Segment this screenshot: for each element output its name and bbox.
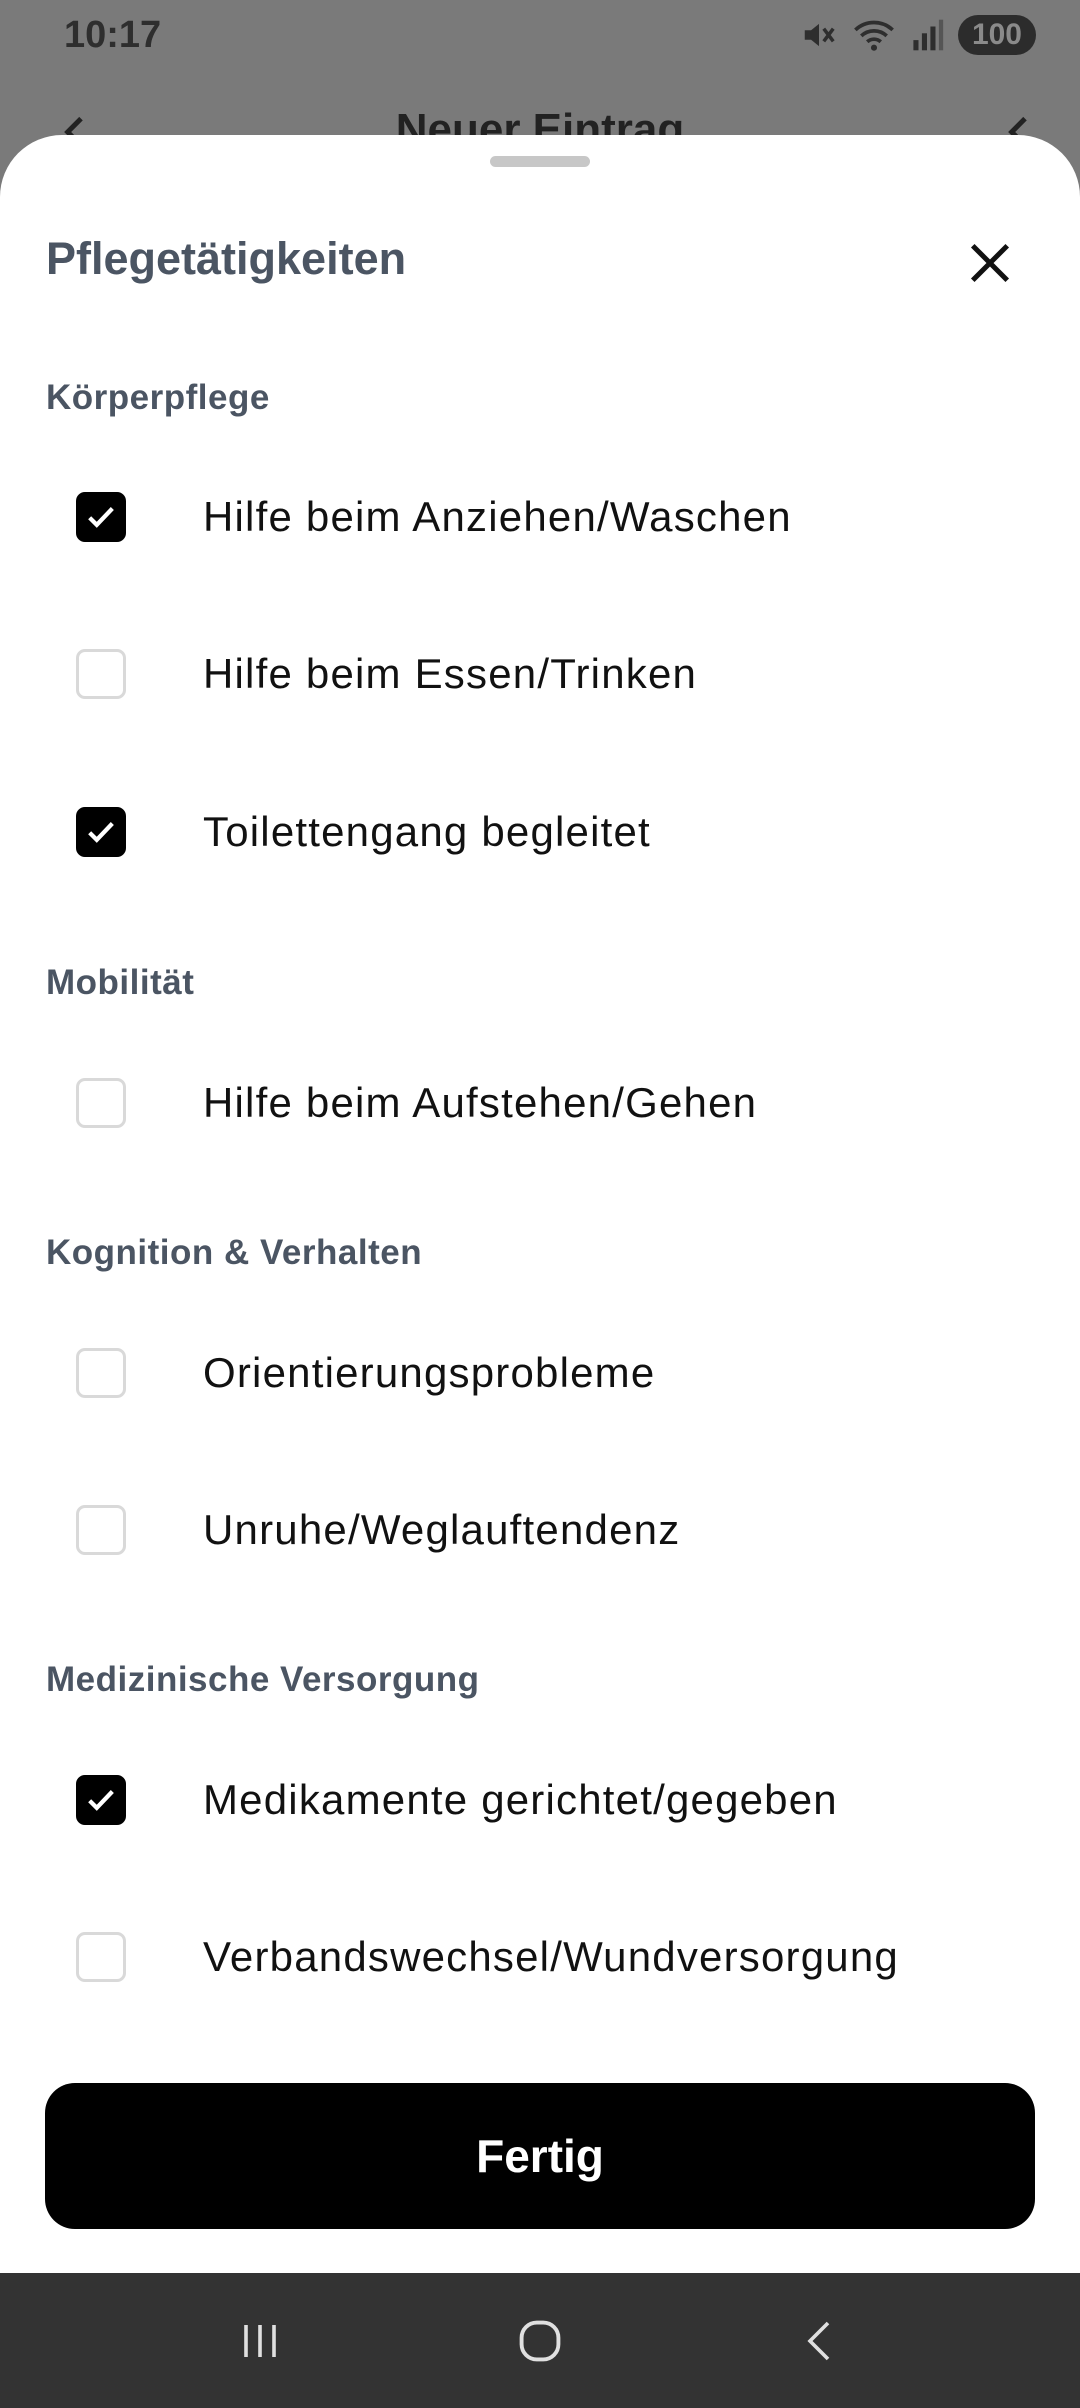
- done-button[interactable]: Fertig: [45, 2083, 1035, 2229]
- close-icon: [970, 243, 1010, 283]
- checkbox-unchecked[interactable]: [76, 1505, 126, 1555]
- option-verbandswechsel[interactable]: Verbandswechsel/Wundversorgung: [0, 1892, 1080, 2022]
- home-button[interactable]: [480, 2291, 600, 2391]
- checkmark-icon: [88, 1790, 114, 1811]
- checkmark-icon: [88, 507, 114, 528]
- bottom-sheet: Pflegetätigkeiten Körperpflege Hilfe bei…: [0, 135, 1080, 2273]
- close-button[interactable]: [950, 223, 1030, 303]
- recent-apps-icon: [244, 2324, 276, 2357]
- option-toilettengang[interactable]: Toilettengang begleitet: [0, 767, 1080, 897]
- option-label: Hilfe beim Aufstehen/Gehen: [203, 1079, 758, 1126]
- option-label: Hilfe beim Essen/Trinken: [203, 650, 698, 697]
- option-orientierungsprobleme[interactable]: Orientierungsprobleme: [0, 1308, 1080, 1438]
- section-heading-medizinisch: Medizinische Versorgung: [46, 1660, 480, 1699]
- signal-icon: [910, 18, 944, 52]
- option-aufstehen-gehen[interactable]: Hilfe beim Aufstehen/Gehen: [0, 1038, 1080, 1168]
- option-essen-trinken[interactable]: Hilfe beim Essen/Trinken: [0, 609, 1080, 739]
- system-nav-bar: [0, 2273, 1080, 2408]
- option-label: Medikamente gerichtet/gegeben: [203, 1776, 838, 1823]
- wifi-icon: [852, 16, 896, 54]
- mute-icon: [800, 16, 838, 54]
- checkbox-unchecked[interactable]: [76, 1348, 126, 1398]
- checkbox-checked[interactable]: [76, 807, 126, 857]
- option-unruhe[interactable]: Unruhe/Weglauftendenz: [0, 1465, 1080, 1595]
- status-bar: 10:17 100: [0, 0, 1080, 70]
- checkbox-unchecked[interactable]: [76, 1078, 126, 1128]
- option-label: Toilettengang begleitet: [203, 808, 651, 855]
- checkbox-unchecked[interactable]: [76, 1932, 126, 1982]
- back-button[interactable]: [760, 2291, 880, 2391]
- drag-handle[interactable]: [490, 156, 590, 167]
- sheet-title: Pflegetätigkeiten: [46, 233, 407, 284]
- battery-icon: 100: [957, 15, 1036, 55]
- recent-apps-button[interactable]: [200, 2291, 320, 2391]
- back-icon: [807, 2321, 830, 2360]
- checkbox-checked[interactable]: [76, 492, 126, 542]
- option-label: Orientierungsprobleme: [203, 1349, 656, 1396]
- option-anziehen-waschen[interactable]: Hilfe beim Anziehen/Waschen: [0, 452, 1080, 582]
- section-heading-koerperpflege: Körperpflege: [46, 378, 270, 417]
- status-icons: 100: [800, 15, 1036, 55]
- checkbox-unchecked[interactable]: [76, 649, 126, 699]
- status-time: 10:17: [64, 13, 162, 56]
- option-label: Verbandswechsel/Wundversorgung: [203, 1933, 899, 1980]
- option-label: Unruhe/Weglauftendenz: [203, 1506, 681, 1553]
- option-medikamente[interactable]: Medikamente gerichtet/gegeben: [0, 1735, 1080, 1865]
- option-label: Hilfe beim Anziehen/Waschen: [203, 493, 792, 540]
- checkmark-icon: [88, 822, 114, 843]
- home-icon: [519, 2320, 561, 2361]
- section-heading-kognition: Kognition & Verhalten: [46, 1233, 423, 1272]
- checkbox-checked[interactable]: [76, 1775, 126, 1825]
- section-heading-mobilitaet: Mobilität: [46, 963, 195, 1002]
